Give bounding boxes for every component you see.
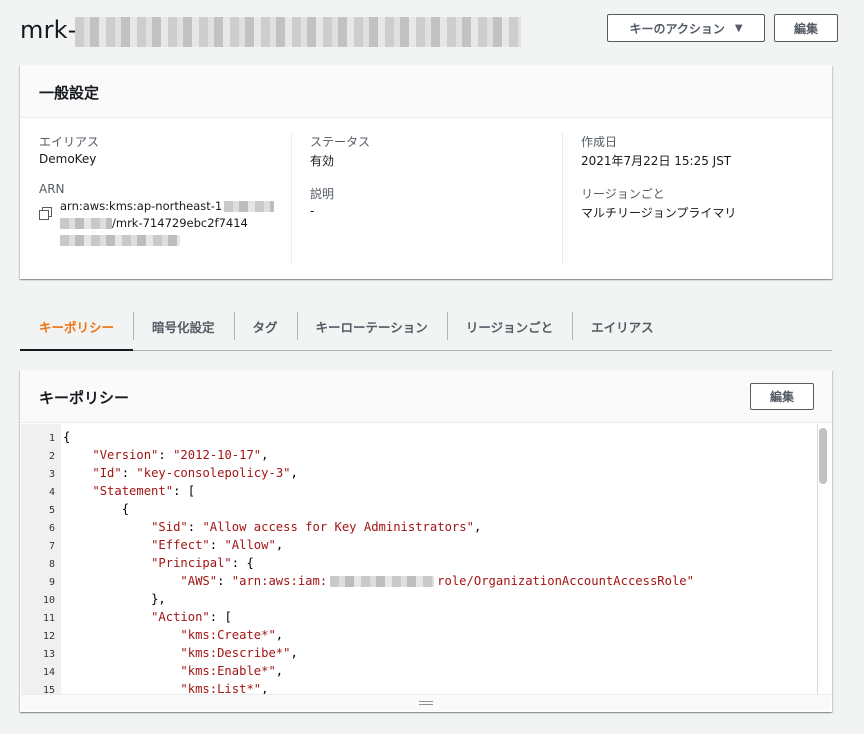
region-value: マルチリージョンプライマリ — [581, 206, 737, 220]
description-value: - — [310, 204, 315, 218]
arn-value: arn:aws:kms:ap-northeast-1 /mrk-714729eb… — [60, 198, 275, 249]
code-text: "Effect": "Allow", — [151, 538, 284, 552]
code-text: "kms:Describe*", — [180, 646, 298, 660]
code-line: 11 "Action": [ — [21, 608, 811, 626]
code-line: 14 "kms:Enable*", — [21, 662, 811, 680]
arn-line-1: arn:aws:kms:ap-northeast-1 — [60, 199, 223, 213]
code-text: "Statement": [ — [92, 484, 196, 498]
tab-aliases[interactable]: エイリアス — [572, 302, 673, 350]
code-text: "AWS": "arn:aws:iam: role/OrganizationAcc… — [180, 574, 694, 588]
arn-field: ARN arn:aws:kms:ap-northeast-1 /mrk-7147… — [39, 182, 289, 249]
code-line: 3 "Id": "key-consolepolicy-3", — [21, 464, 811, 482]
code-line: 5 { — [21, 500, 811, 518]
created-label: 作成日 — [581, 135, 618, 149]
key-actions-label: キーのアクション — [629, 21, 725, 36]
page-header: mrk- キーのアクション ▼ 編集 — [0, 0, 864, 60]
alias-label: エイリアス — [39, 135, 100, 149]
redacted-account-id — [330, 576, 435, 587]
column-divider — [562, 133, 563, 265]
general-settings-title: 一般設定 — [20, 65, 832, 118]
code-line: 2 "Version": "2012-10-17", — [21, 446, 811, 464]
column-middle: ステータス 有効 説明 - — [310, 133, 560, 234]
redacted-arn-tail — [60, 235, 180, 246]
code-line: 9 "AWS": "arn:aws:iam: role/OrganizationA… — [21, 572, 811, 590]
code-text: { — [121, 502, 130, 516]
created-field: 作成日 2021年7月22日 15:25 JST — [581, 133, 821, 169]
description-field: 説明 - — [310, 185, 560, 218]
code-text: "Version": "2012-10-17", — [92, 448, 269, 462]
created-value: 2021年7月22日 15:25 JST — [581, 154, 732, 168]
code-text: { — [63, 430, 71, 444]
redacted-account-id — [224, 201, 275, 212]
region-field: リージョンごと マルチリージョンプライマリ — [581, 185, 821, 221]
status-value: 有効 — [310, 154, 335, 168]
key-policy-title: キーポリシー — [20, 370, 832, 423]
code-line: 15 "kms:List*", — [21, 680, 811, 694]
code-line: 13 "kms:Describe*", — [21, 644, 811, 662]
policy-code-editor[interactable]: 1{2 "Version": "2012-10-17", 3 "Id": "key… — [21, 424, 831, 694]
policy-edit-button[interactable]: 編集 — [750, 383, 814, 410]
status-label: ステータス — [310, 135, 371, 149]
edit-button[interactable]: 編集 — [774, 14, 838, 42]
region-label: リージョンごと — [581, 187, 665, 201]
line-number: 15 — [42, 685, 55, 694]
arn-label: ARN — [39, 182, 65, 196]
detail-tabs: キーポリシー 暗号化設定 タグ キーローテーション リージョンごと エイリアス — [20, 302, 832, 351]
code-text: "kms:Enable*", — [180, 664, 284, 678]
code-text: "kms:List*", — [180, 682, 269, 694]
code-text: "Principal": { — [151, 556, 254, 570]
code-text: "Id": "key-consolepolicy-3", — [92, 466, 298, 480]
column-right: 作成日 2021年7月22日 15:25 JST リージョンごと マルチリージョ… — [581, 133, 821, 237]
key-actions-button[interactable]: キーのアクション ▼ — [607, 14, 765, 42]
copy-icon[interactable] — [39, 207, 52, 220]
redacted-arn-part — [60, 218, 112, 229]
alias-field: エイリアス DemoKey — [39, 133, 289, 166]
redacted-key-id — [75, 17, 521, 47]
tab-key-rotation[interactable]: キーローテーション — [296, 302, 447, 350]
code-line: 6 "Sid": "Allow access for Key Administr… — [21, 518, 811, 536]
code-line: 8 "Principal": { — [21, 554, 811, 572]
status-field: ステータス 有効 — [310, 133, 560, 169]
tab-regionality[interactable]: リージョンごと — [446, 302, 572, 350]
code-text: "kms:Create*", — [180, 628, 284, 642]
code-line: 4 "Statement": [ — [21, 482, 811, 500]
editor-resize-bar[interactable] — [21, 694, 831, 711]
code-line: 12 "kms:Create*", — [21, 626, 811, 644]
column-left: エイリアス DemoKey ARN arn:aws:kms:ap-northea… — [39, 133, 289, 265]
arn-line-2: /mrk-714729ebc2f7414 — [112, 216, 248, 230]
page-title: mrk- — [20, 16, 77, 44]
code-line: 1{ — [21, 428, 811, 446]
key-policy-panel: キーポリシー 編集 1{2 "Version": "2012-10-17", 3 … — [20, 370, 832, 712]
caret-down-icon: ▼ — [734, 22, 743, 34]
tab-encryption-settings[interactable]: 暗号化設定 — [133, 302, 234, 350]
tab-key-policy[interactable]: キーポリシー — [20, 302, 134, 351]
code-text: "Sid": "Allow access for Key Administrat… — [151, 520, 482, 534]
editor-scroll-track — [817, 424, 818, 694]
code-line: 10 }, — [21, 590, 811, 608]
code-text: "Action": [ — [151, 610, 232, 624]
description-label: 説明 — [310, 187, 335, 201]
resize-grip-icon — [419, 701, 433, 705]
code-line: 7 "Effect": "Allow", — [21, 536, 811, 554]
general-settings-panel: 一般設定 エイリアス DemoKey ARN arn:aws:kms:ap-no… — [20, 65, 832, 279]
editor-scrollbar[interactable] — [819, 428, 827, 484]
code-text: }, — [151, 592, 166, 606]
tab-tags[interactable]: タグ — [233, 302, 297, 350]
alias-value: DemoKey — [39, 152, 97, 166]
column-divider — [291, 133, 292, 265]
